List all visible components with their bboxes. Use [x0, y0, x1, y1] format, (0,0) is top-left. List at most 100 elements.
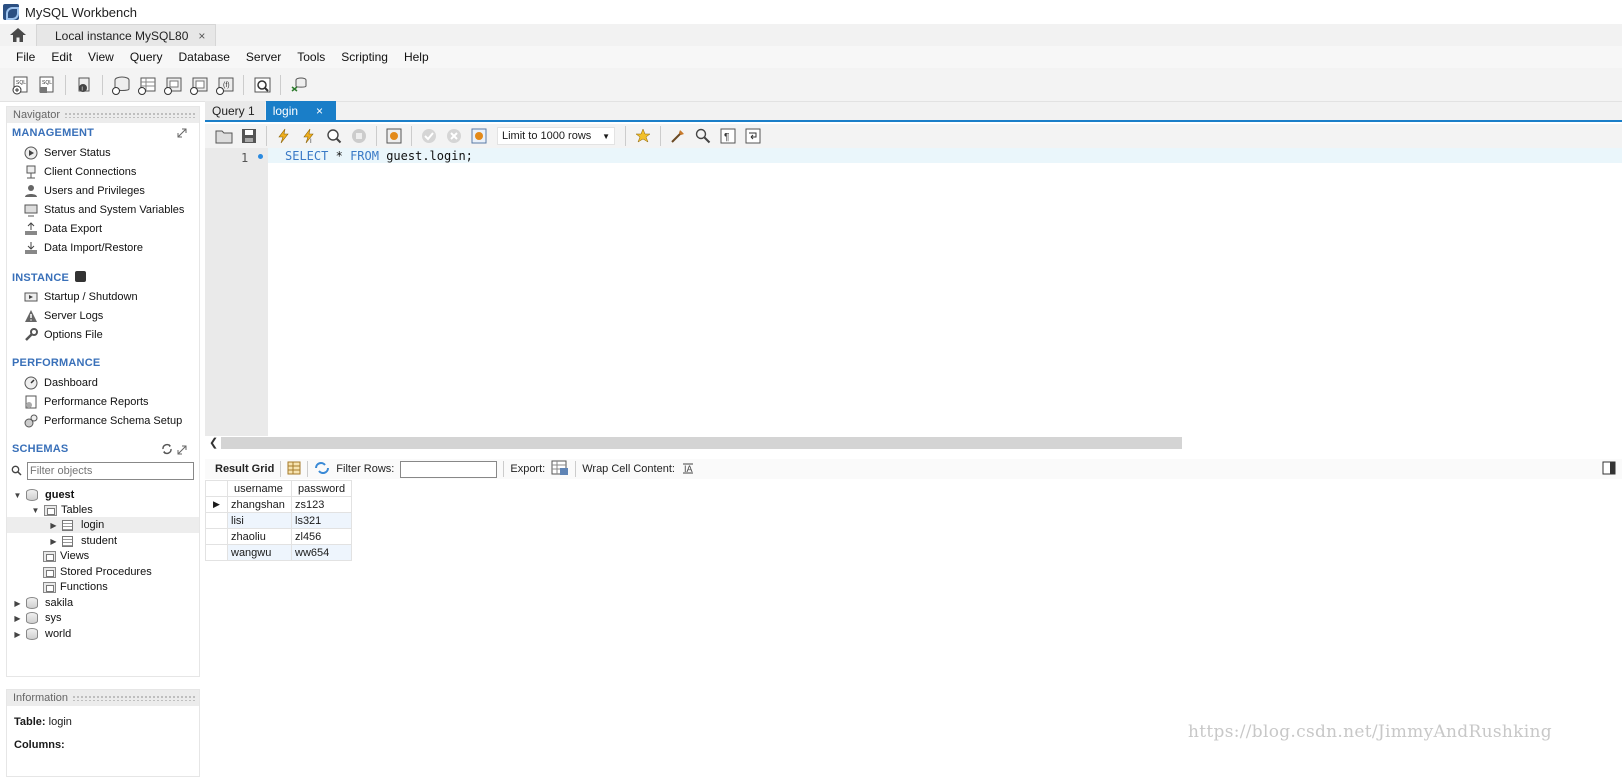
wrap-lines-icon[interactable]: [742, 125, 764, 147]
nav-options-file[interactable]: Options File: [23, 326, 103, 344]
limit-rows-select[interactable]: Limit to 1000 rows ▼: [497, 127, 615, 145]
expand-icon[interactable]: [177, 127, 187, 141]
find-replace-icon[interactable]: [692, 125, 714, 147]
create-table-icon[interactable]: [136, 74, 158, 96]
tree-functions[interactable]: Functions: [43, 579, 108, 595]
filter-rows-input[interactable]: [400, 460, 498, 478]
tree-views[interactable]: Views: [43, 548, 89, 564]
stop-icon[interactable]: [348, 125, 370, 147]
tree-tables[interactable]: ▼ Tables: [31, 502, 93, 518]
grid-cell[interactable]: ls321: [290, 512, 353, 529]
table-row[interactable]: wangwu ww654: [205, 544, 353, 561]
commit-icon[interactable]: [418, 125, 440, 147]
menu-help[interactable]: Help: [396, 50, 437, 64]
nav-server-status[interactable]: Server Status: [23, 144, 111, 162]
rollback-icon[interactable]: [443, 125, 465, 147]
row-selector[interactable]: [205, 528, 228, 545]
schema-guest[interactable]: ▼ guest: [13, 487, 74, 503]
scrollbar-thumb[interactable]: [221, 437, 1182, 449]
nav-users-privileges[interactable]: Users and Privileges: [23, 182, 145, 200]
schema-sys[interactable]: ▶ sys: [13, 610, 62, 626]
nav-data-export[interactable]: Data Export: [23, 220, 102, 238]
save-icon[interactable]: [238, 125, 260, 147]
menu-view[interactable]: View: [80, 50, 122, 64]
column-header[interactable]: username: [227, 480, 292, 497]
nav-status-variables[interactable]: Status and System Variables: [23, 201, 184, 219]
tree-stored-procedures[interactable]: Stored Procedures: [43, 564, 152, 580]
editor-horizontal-scrollbar[interactable]: ❮: [205, 436, 1622, 451]
menu-edit[interactable]: Edit: [43, 50, 80, 64]
close-icon[interactable]: ×: [316, 104, 323, 118]
grid-cell[interactable]: zhaoliu: [227, 528, 292, 545]
wrap-cell-icon[interactable]: IA: [681, 461, 695, 478]
expand-icon[interactable]: [177, 444, 187, 458]
menu-database[interactable]: Database: [171, 50, 238, 64]
execute-current-icon[interactable]: I: [298, 125, 320, 147]
schema-sakila[interactable]: ▶ sakila: [13, 595, 73, 611]
nav-startup-shutdown[interactable]: Startup / Shutdown: [23, 288, 138, 306]
filter-objects-input[interactable]: [27, 462, 194, 480]
toggle-panel-icon[interactable]: [1602, 461, 1616, 478]
row-selector[interactable]: [205, 544, 228, 561]
grid-form-icon[interactable]: [287, 461, 301, 478]
current-row-marker-icon[interactable]: ▶: [205, 496, 228, 513]
scroll-left-icon[interactable]: ❮: [209, 436, 218, 449]
explain-icon[interactable]: [323, 125, 345, 147]
create-view-icon[interactable]: [162, 74, 184, 96]
chevron-right-icon[interactable]: ▶: [13, 614, 22, 623]
sql-editor[interactable]: 1 SELECT * FROM guest.login;: [205, 148, 1622, 436]
grid-cell[interactable]: wangwu: [227, 544, 292, 561]
chevron-right-icon[interactable]: ▶: [49, 537, 58, 546]
connection-tab[interactable]: Local instance MySQL80 ×: [36, 24, 217, 46]
grid-cell[interactable]: lisi: [227, 512, 292, 529]
open-sql-script-icon[interactable]: SQL: [36, 74, 58, 96]
tab-query-1[interactable]: Query 1: [205, 101, 265, 120]
menu-server[interactable]: Server: [238, 50, 289, 64]
nav-server-logs[interactable]: Server Logs: [23, 307, 103, 325]
close-icon[interactable]: ×: [198, 29, 205, 43]
chevron-right-icon[interactable]: ▶: [13, 599, 22, 608]
search-table-data-icon[interactable]: [251, 74, 273, 96]
nav-client-connections[interactable]: Client Connections: [23, 163, 136, 181]
chevron-down-icon[interactable]: ▼: [31, 506, 40, 515]
autocommit-icon[interactable]: [468, 125, 490, 147]
menu-query[interactable]: Query: [122, 50, 171, 64]
refresh-icon[interactable]: [161, 443, 173, 458]
grid-cell[interactable]: zs123: [290, 496, 353, 513]
home-icon[interactable]: [0, 24, 36, 46]
create-procedure-icon[interactable]: [188, 74, 210, 96]
menu-scripting[interactable]: Scripting: [333, 50, 396, 64]
tab-login[interactable]: login ×: [265, 101, 336, 120]
grid-cell[interactable]: zhangshan: [227, 496, 292, 513]
column-header[interactable]: password: [290, 480, 353, 497]
schema-world[interactable]: ▶ world: [13, 626, 71, 642]
chevron-down-icon[interactable]: ▼: [13, 491, 22, 500]
nav-performance-schema-setup[interactable]: Performance Schema Setup: [23, 412, 182, 430]
table-row[interactable]: zhaoliu zl456: [205, 528, 353, 545]
export-icon[interactable]: [551, 460, 569, 479]
nav-dashboard[interactable]: Dashboard: [23, 374, 98, 392]
beautify-icon[interactable]: [667, 125, 689, 147]
toggle-continue-on-error-icon[interactable]: [383, 125, 405, 147]
refresh-results-icon[interactable]: [314, 461, 330, 478]
chevron-right-icon[interactable]: ▶: [13, 630, 22, 639]
menu-file[interactable]: File: [8, 50, 43, 64]
open-file-icon[interactable]: [213, 125, 235, 147]
create-function-icon[interactable]: (f): [214, 74, 236, 96]
grid-cell[interactable]: ww654: [290, 544, 353, 561]
invisible-chars-icon[interactable]: ¶: [717, 125, 739, 147]
table-row[interactable]: lisi ls321: [205, 512, 353, 529]
tree-table-student[interactable]: ▶ student: [49, 533, 117, 549]
chevron-right-icon[interactable]: ▶: [49, 521, 58, 530]
menu-tools[interactable]: Tools: [289, 50, 333, 64]
result-grid-tab[interactable]: Result Grid: [215, 463, 274, 475]
execute-icon[interactable]: [273, 125, 295, 147]
nav-performance-reports[interactable]: Performance Reports: [23, 393, 149, 411]
row-selector[interactable]: [205, 512, 228, 529]
sql-code-line[interactable]: SELECT * FROM guest.login;: [285, 149, 473, 163]
inspector-icon[interactable]: i: [73, 74, 95, 96]
nav-data-import[interactable]: Data Import/Restore: [23, 239, 143, 257]
add-snippet-icon[interactable]: [632, 125, 654, 147]
grid-cell[interactable]: zl456: [290, 528, 353, 545]
reconnect-icon[interactable]: [288, 74, 310, 96]
